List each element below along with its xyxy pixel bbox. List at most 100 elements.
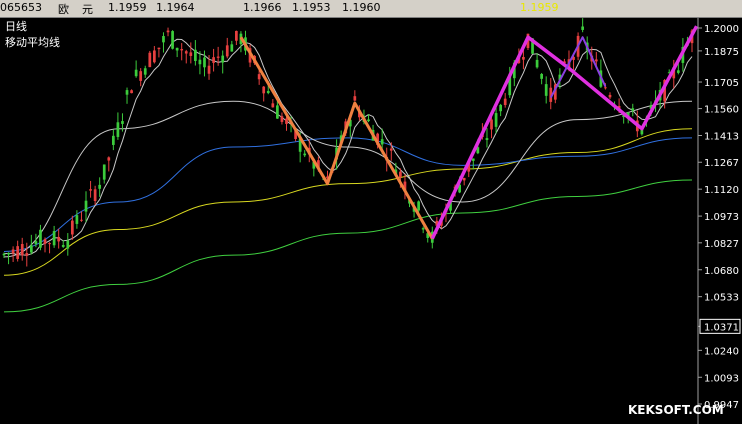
candle-body [29, 245, 33, 253]
candle-body [257, 74, 261, 80]
candle-body [367, 119, 370, 122]
candle-body [303, 153, 307, 156]
candle-body [98, 184, 102, 189]
candle-body [471, 158, 475, 161]
candle-body [544, 84, 548, 96]
candle-body [39, 229, 42, 248]
instrument-code: 065653 [0, 1, 42, 14]
candle-body [189, 52, 193, 56]
candle-body [61, 244, 65, 247]
candle-body [271, 103, 275, 108]
candle-body [490, 119, 493, 130]
y-tick-label: 1.0973 [704, 212, 739, 223]
candle-body [2, 253, 6, 256]
candle-body [535, 59, 539, 68]
candle-body [139, 71, 143, 81]
y-tick-label: 1.1413 [704, 132, 739, 143]
candle-body [266, 90, 270, 94]
candle-body [166, 30, 170, 33]
candle-body [162, 36, 165, 43]
candle-body [125, 90, 129, 95]
y-tick-label: 1.1267 [704, 158, 739, 169]
open-price: 1.1959 [108, 1, 147, 14]
candle-body [148, 52, 152, 68]
candle-body [230, 44, 234, 52]
candle-body [102, 164, 106, 180]
candle-body [262, 86, 266, 94]
candle-body [594, 59, 598, 62]
y-tick-label: 1.1705 [704, 78, 739, 89]
y-tick-label: 1.1560 [704, 105, 739, 116]
candlestick-chart: 1.2000 1.1875 1.1705 1.1560 1.1413 1.1267 1.11… [0, 18, 742, 424]
candle-body [143, 68, 147, 75]
candle-body [16, 246, 20, 259]
candle-body [280, 116, 284, 122]
candle-body [203, 57, 206, 68]
candle-body [25, 253, 29, 256]
candle-body [604, 87, 607, 89]
last-price: 1.1960 [342, 1, 381, 14]
candle-body [75, 215, 79, 224]
candle-body [276, 105, 279, 119]
candle-body [107, 157, 111, 161]
candle-body [48, 243, 51, 245]
candle-body [171, 31, 174, 49]
y-tick-label: 1.1875 [704, 47, 739, 58]
candle-body [522, 56, 525, 60]
candle-body [184, 51, 188, 54]
candle-body [462, 177, 466, 181]
close-price: 1.1953 [292, 1, 331, 14]
y-tick-label: 1.2000 [704, 24, 739, 35]
candle-body [631, 108, 635, 111]
candle-body [116, 122, 120, 137]
instrument-name-part2: 元 [82, 3, 93, 16]
watermark-text: KEKSOFT.COM [628, 403, 724, 417]
candle-body [66, 240, 70, 249]
candle-body [93, 189, 97, 202]
y-tick-label: 1.0533 [704, 293, 739, 304]
candle-body [121, 121, 124, 124]
candle-body [207, 65, 211, 74]
y-tick-label: 1.0240 [704, 346, 739, 357]
candle-body [380, 139, 384, 145]
candle-body [80, 219, 83, 221]
low-price: 1.1966 [243, 1, 282, 14]
candle-body [194, 49, 197, 61]
candle-body [503, 98, 507, 106]
candle-body [221, 55, 225, 63]
quote-header-bar: 065653 欧 元 1.1959 1.1964 1.1966 1.1953 1… [0, 0, 742, 18]
candle-body [84, 200, 88, 212]
y-tick-label: 1.0093 [704, 373, 739, 384]
y-tick-label: 1.1120 [704, 185, 739, 196]
candle-body [353, 96, 357, 101]
candle-body [111, 135, 115, 145]
candle-body [485, 138, 489, 140]
candle-body [494, 113, 498, 127]
candle-body [57, 236, 61, 242]
candle-body [34, 241, 38, 245]
period-label: 日线 [5, 19, 27, 33]
candle-body [11, 249, 15, 254]
y-tick-label: 1.0371 [704, 322, 739, 333]
candle-body [421, 228, 425, 230]
chart-background [0, 18, 742, 424]
candle-body [212, 57, 215, 63]
candle-body [198, 59, 202, 65]
candle-body [52, 231, 56, 246]
candle-body [89, 189, 92, 191]
high-price: 1.1964 [156, 1, 195, 14]
candle-body [216, 56, 220, 58]
candle-body [676, 70, 680, 73]
candle-body [499, 104, 502, 112]
candle-body [175, 47, 179, 51]
candle-body [581, 26, 585, 30]
candle-body [20, 243, 24, 256]
current-price: 1.1959 [520, 1, 559, 14]
candle-body [134, 69, 138, 77]
candle-body [389, 148, 393, 151]
candle-body [417, 201, 420, 211]
instrument-name-part1: 欧 [58, 3, 69, 16]
candle-body [70, 220, 74, 235]
candle-body [235, 30, 238, 41]
candle-body [180, 49, 184, 51]
